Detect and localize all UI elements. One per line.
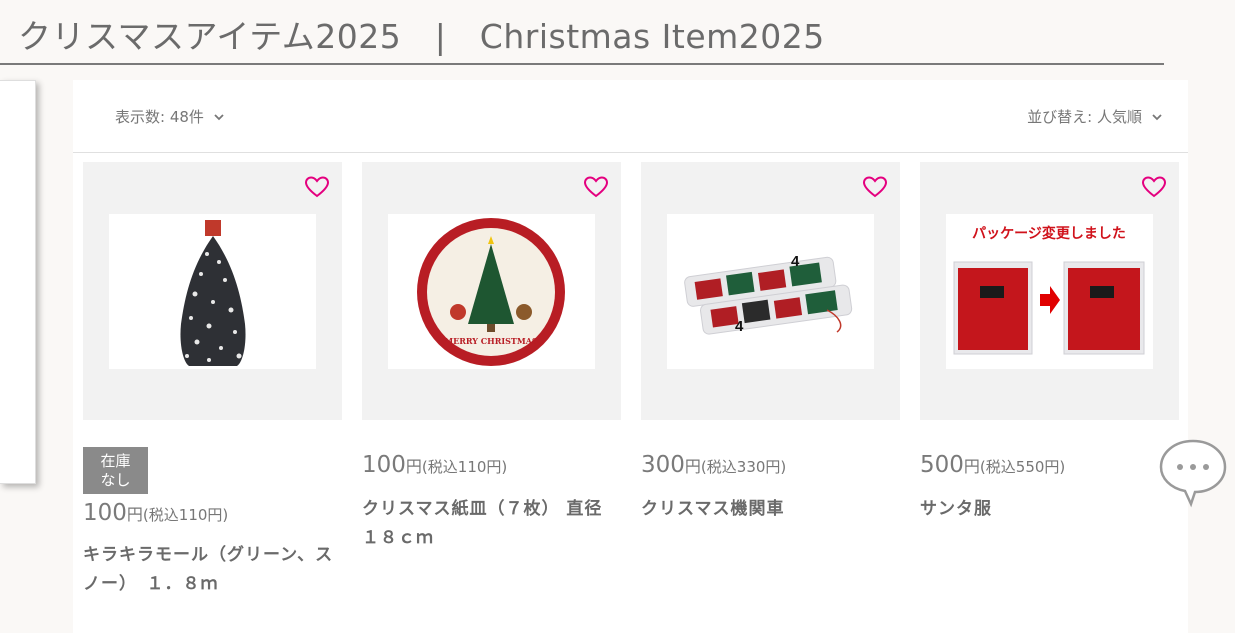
product-price: 500円(税込550円) [920, 452, 1065, 478]
product-card[interactable]: 4 4 300円(税込330円) クリスマス機関車 [641, 162, 900, 519]
sort-select[interactable]: 並び替え: 人気順 [1027, 106, 1164, 127]
product-price: 100円(税込110円) [362, 452, 507, 478]
price-amount: 500 [920, 452, 964, 478]
heart-outline-icon[interactable] [1141, 175, 1167, 199]
side-filter-panel[interactable] [0, 80, 36, 484]
price-amount: 100 [83, 500, 127, 526]
product-thumbnail[interactable]: MERRY CHRISTMAS [362, 162, 621, 420]
product-thumbnail[interactable]: 4 4 [641, 162, 900, 420]
title-divider [0, 63, 1164, 65]
product-card[interactable]: MERRY CHRISTMAS 100円(税込110円) クリスマス紙皿（７枚）… [362, 162, 621, 548]
product-card[interactable]: 在庫なし 100円(税込110円) キラキラモール（グリーン、スノー） １．８ｍ [83, 162, 342, 594]
per-page-select[interactable]: 表示数: 48件 [115, 106, 226, 127]
price-currency: 円 [126, 505, 143, 524]
price-currency: 円 [684, 457, 701, 476]
product-name[interactable]: クリスマス紙皿（７枚） 直径１８ｃｍ [362, 495, 617, 553]
sort-label: 並び替え: 人気順 [1027, 108, 1142, 126]
heart-outline-icon[interactable] [304, 175, 330, 199]
stock-badge-label: 在庫なし [100, 451, 131, 489]
price-tax-note: (税込330円) [700, 458, 787, 476]
price-tax-note: (税込550円) [979, 458, 1066, 476]
page-title: クリスマスアイテム2025 | Christmas Item2025 [18, 17, 825, 56]
heart-outline-icon[interactable] [862, 175, 888, 199]
product-image-santa-costume: パッケージ変更しました [946, 214, 1153, 369]
product-thumbnail[interactable]: パッケージ変更しました [920, 162, 1179, 420]
product-name[interactable]: キラキラモール（グリーン、スノー） １．８ｍ [83, 541, 338, 599]
per-page-label: 表示数: 48件 [115, 108, 204, 126]
price-amount: 100 [362, 452, 406, 478]
product-price: 100円(税込110円) [83, 500, 228, 526]
heart-outline-icon[interactable] [583, 175, 609, 199]
plate-image-text: MERRY CHRISTMAS [444, 336, 538, 346]
price-tax-note: (税込110円) [142, 506, 229, 524]
product-name[interactable]: サンタ服 [920, 495, 1175, 524]
train-count-label: 4 [791, 253, 800, 270]
listing-toolbar: 表示数: 48件 並び替え: 人気順 [73, 80, 1188, 153]
product-image-garland [109, 214, 316, 369]
product-price: 300円(税込330円) [641, 452, 786, 478]
price-currency: 円 [963, 457, 980, 476]
price-tax-note: (税込110円) [421, 458, 508, 476]
package-changed-banner: パッケージ変更しました [972, 225, 1126, 242]
chat-bubble-icon[interactable] [1157, 436, 1229, 508]
product-image-paper-plate: MERRY CHRISTMAS [388, 214, 595, 369]
chevron-down-icon [214, 113, 224, 120]
chevron-down-icon [1152, 113, 1162, 120]
product-listing: 表示数: 48件 並び替え: 人気順 在庫なし 100円(税込110円) キラキ… [73, 80, 1188, 633]
out-of-stock-badge: 在庫なし [83, 447, 148, 494]
product-image-toy-train: 4 4 [667, 214, 874, 369]
product-card[interactable]: パッケージ変更しました 500円(税込550円) サンタ服 [920, 162, 1179, 519]
price-amount: 300 [641, 452, 685, 478]
train-count-label: 4 [735, 318, 744, 335]
price-currency: 円 [405, 457, 422, 476]
product-name[interactable]: クリスマス機関車 [641, 495, 896, 524]
product-thumbnail[interactable] [83, 162, 342, 420]
